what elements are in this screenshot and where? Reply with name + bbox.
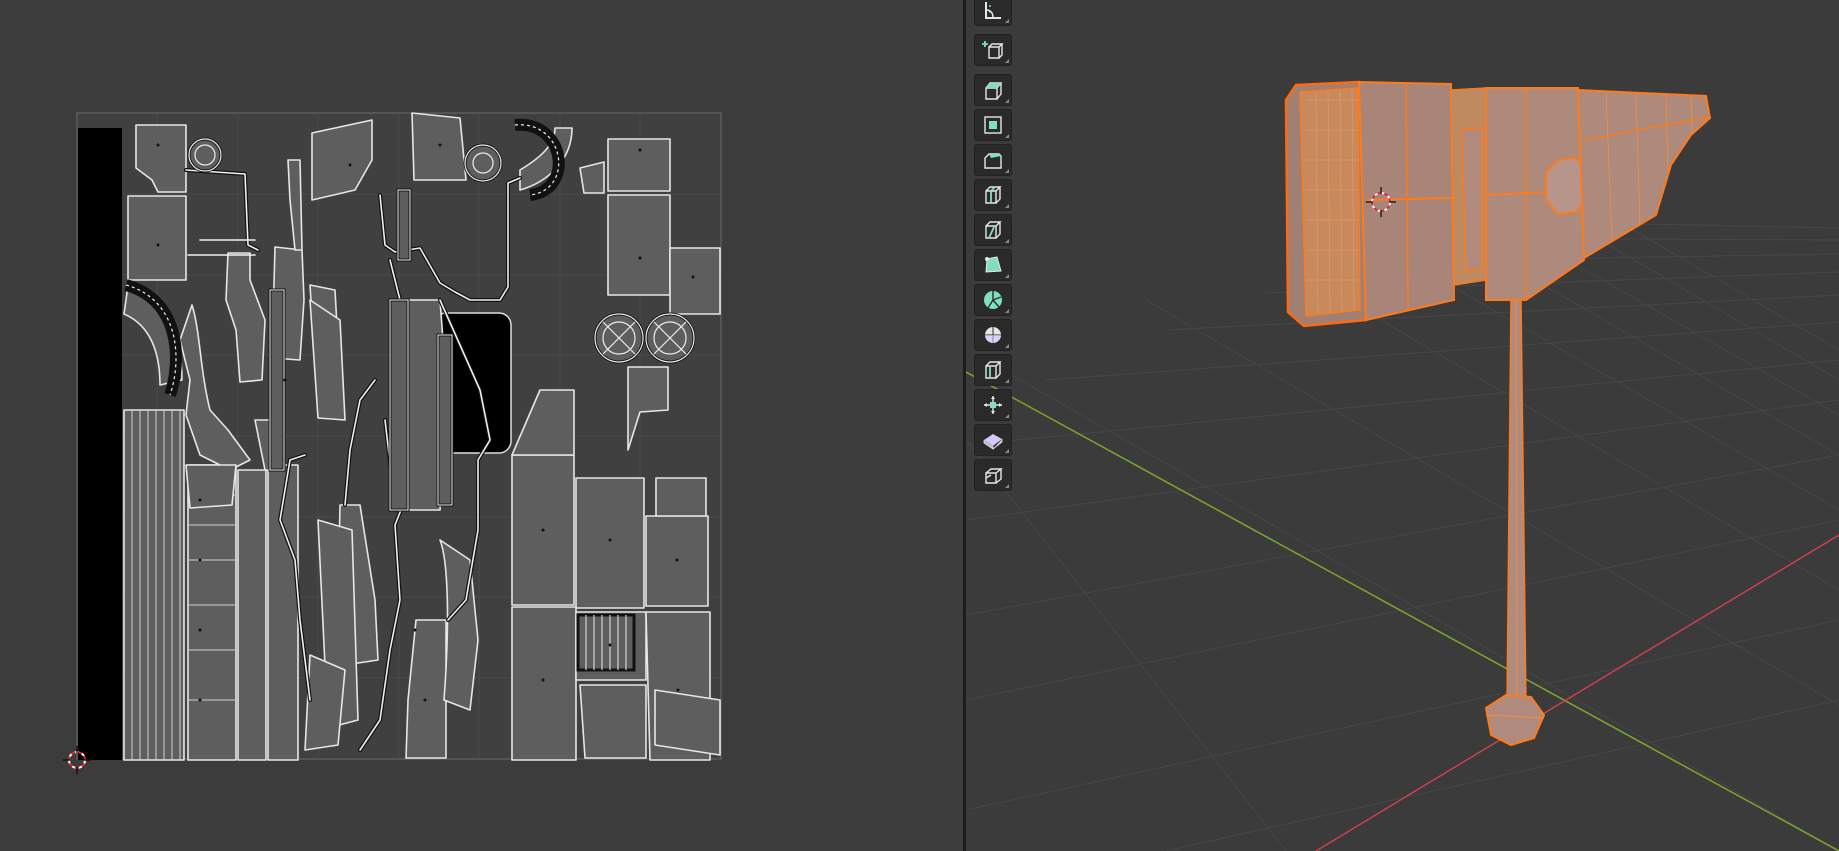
y-axis-line <box>966 371 1839 851</box>
extrude-region-icon <box>985 82 1003 100</box>
tool-button-shear[interactable] <box>974 424 1012 456</box>
tool-button-smooth[interactable] <box>974 319 1012 351</box>
uv-island-dense-strip <box>78 128 122 760</box>
loop-cut-icon <box>985 186 1002 204</box>
spin-icon <box>984 291 1002 309</box>
poly-build-icon <box>985 256 1002 273</box>
smooth-icon <box>985 327 1001 343</box>
uv-striped-box <box>576 613 636 672</box>
bevel-icon <box>984 153 1002 169</box>
shear-icon <box>983 434 1003 450</box>
tool-shelf <box>974 0 1014 494</box>
inset-faces-icon <box>984 116 1002 134</box>
hammer-object[interactable] <box>1284 80 1712 747</box>
tool-button-knife[interactable] <box>974 214 1012 246</box>
3d-viewport[interactable] <box>966 0 1839 851</box>
tool-button-bevel[interactable] <box>974 144 1012 176</box>
tool-button-extrude[interactable] <box>974 74 1012 106</box>
rip-region-icon <box>985 468 1003 484</box>
tool-button-add-cube[interactable] <box>974 34 1012 66</box>
tool-button-shrink-fatten[interactable] <box>974 389 1012 421</box>
measure-tool-icon <box>985 2 1001 19</box>
tool-button-poly-build[interactable] <box>974 249 1012 281</box>
tool-button-inset[interactable] <box>974 109 1012 141</box>
uv-canvas[interactable] <box>0 0 963 851</box>
shrink-fatten-icon <box>984 396 1002 414</box>
knife-icon <box>985 221 1002 239</box>
tool-button-measure[interactable] <box>974 0 1012 26</box>
x-axis-line <box>1315 534 1839 851</box>
tool-button-loop-cut[interactable] <box>974 179 1012 211</box>
tool-button-edge-slide[interactable] <box>974 354 1012 386</box>
floor-grid <box>966 219 1839 851</box>
edge-slide-icon <box>985 361 1002 379</box>
tool-button-rip[interactable] <box>974 459 1012 491</box>
uv-editor[interactable] <box>0 0 963 851</box>
tool-button-spin[interactable] <box>974 284 1012 316</box>
add-cube-icon <box>982 41 1004 59</box>
viewport-canvas[interactable] <box>966 0 1839 851</box>
